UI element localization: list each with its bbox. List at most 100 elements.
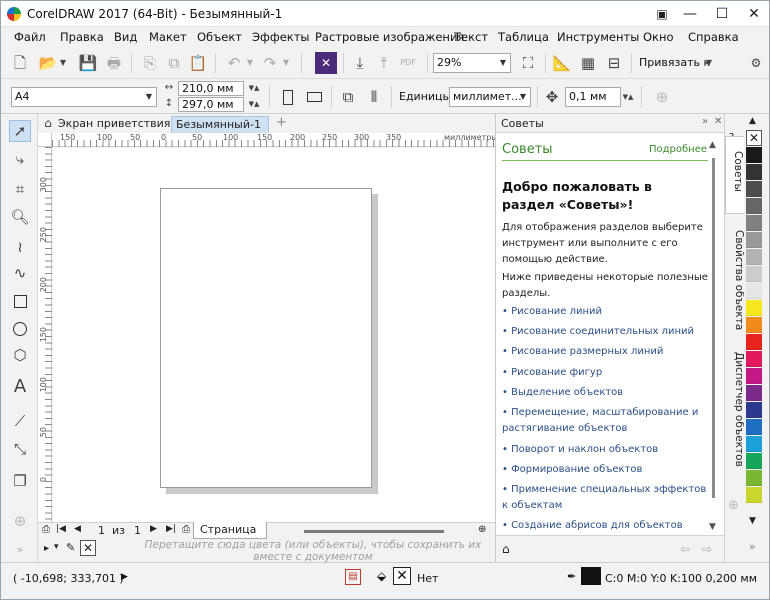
color-proof-icon[interactable]: ▤: [345, 569, 361, 585]
color-swatch[interactable]: [746, 181, 762, 197]
nudge-field[interactable]: 0,1 мм: [565, 87, 621, 107]
current-page-icon[interactable]: ⫴: [363, 86, 385, 108]
minimize-button[interactable]: —: [675, 1, 705, 27]
color-swatch[interactable]: [746, 385, 762, 401]
add-icon[interactable]: ⊕: [651, 86, 673, 108]
options-icon[interactable]: ⚙: [745, 52, 767, 74]
tip-link[interactable]: • Создание абрисов для объектов: [502, 518, 708, 534]
color-swatch[interactable]: [746, 249, 762, 265]
snap-to-label[interactable]: Привязать к: [639, 56, 710, 69]
home-icon[interactable]: ⌂: [502, 542, 510, 556]
copy-icon[interactable]: ⧉: [163, 52, 185, 74]
more-link[interactable]: Подробнее: [649, 144, 707, 155]
menu-effects[interactable]: Эффекты: [252, 30, 310, 44]
color-swatch[interactable]: [746, 198, 762, 214]
palette-scroll-down-icon[interactable]: ▼: [749, 516, 756, 526]
eyedropper-icon[interactable]: ✎: [66, 541, 75, 554]
page-options-icon[interactable]: ⎙: [42, 524, 50, 535]
status-expand-icon[interactable]: ▶: [121, 572, 128, 582]
docker-tab-object-properties[interactable]: Свойства объекта: [725, 216, 745, 336]
docker-scrollbar[interactable]: ▲ ▼: [708, 140, 720, 535]
tip-link[interactable]: • Рисование соединительных линий: [502, 324, 708, 340]
first-page-icon[interactable]: |◀: [56, 524, 66, 534]
menu-window[interactable]: Окно: [643, 30, 674, 44]
menu-file[interactable]: Файл: [14, 30, 46, 44]
no-color-swatch[interactable]: ✕: [746, 130, 762, 146]
color-swatch[interactable]: [746, 300, 762, 316]
open-dropdown-icon[interactable]: ▼: [57, 52, 69, 74]
menu-help[interactable]: Справка: [688, 30, 739, 44]
tip-link[interactable]: • Рисование фигур: [502, 365, 708, 381]
undo-icon[interactable]: ↶: [223, 52, 245, 74]
palette-menu-icon[interactable]: ▸: [44, 543, 49, 554]
open-icon[interactable]: 📂: [37, 52, 59, 74]
next-page-icon[interactable]: ▶: [150, 524, 157, 534]
previous-page-icon[interactable]: ◀: [74, 524, 81, 534]
tab-welcome-screen[interactable]: Экран приветствия: [54, 116, 170, 133]
ellipse-tool-icon[interactable]: [9, 318, 31, 340]
redo-icon[interactable]: ↷: [259, 52, 281, 74]
color-swatch[interactable]: [746, 402, 762, 418]
tip-link[interactable]: • Выделение объектов: [502, 385, 708, 401]
show-grid-icon[interactable]: ▦: [577, 52, 599, 74]
pdf-export-icon[interactable]: PDF: [397, 52, 419, 74]
page-width-field[interactable]: 210,0 мм: [178, 81, 244, 96]
add-docker-icon[interactable]: ⊕: [728, 498, 739, 513]
full-screen-icon[interactable]: ⛶: [517, 52, 539, 74]
docker-expand-icon[interactable]: »: [702, 116, 708, 127]
rectangle-tool-icon[interactable]: [9, 290, 31, 312]
artistic-media-tool-icon[interactable]: ∿: [9, 262, 31, 284]
color-swatch[interactable]: [746, 334, 762, 350]
horizontal-scrollbar[interactable]: [304, 530, 444, 533]
color-swatch[interactable]: [746, 419, 762, 435]
back-arrow-icon[interactable]: ⇦: [680, 542, 690, 556]
color-swatch[interactable]: [746, 436, 762, 452]
show-guidelines-icon[interactable]: ⊟: [603, 52, 625, 74]
height-spinner-icon[interactable]: ▼▲: [245, 97, 263, 111]
undo-dropdown-icon[interactable]: ▼: [245, 52, 255, 74]
portrait-icon[interactable]: [277, 86, 299, 108]
account-icon[interactable]: ▣: [647, 1, 677, 27]
page-tab[interactable]: Страница 1: [193, 522, 267, 551]
zoom-tool-icon[interactable]: 🔍︎: [9, 206, 31, 228]
export-icon[interactable]: ⤒: [373, 52, 395, 74]
docker-scroll-thumb[interactable]: [712, 158, 715, 498]
zoom-level-field[interactable]: 29% ▼: [433, 53, 511, 73]
toolbox-expand-icon[interactable]: »: [9, 538, 31, 560]
ruler-origin[interactable]: [38, 133, 52, 147]
palette-scroll-up-icon[interactable]: ▲: [749, 116, 756, 126]
tab-document[interactable]: Безымянный-1: [171, 116, 269, 133]
search-content-icon[interactable]: ✕: [315, 52, 337, 74]
tip-link[interactable]: • Поворот и наклон объектов: [502, 442, 708, 458]
docker-tab-tips[interactable]: Советы: [725, 136, 745, 214]
polygon-tool-icon[interactable]: ⬡: [9, 344, 31, 366]
tip-link[interactable]: • Рисование линий: [502, 304, 708, 320]
horizontal-ruler[interactable]: 150 100 50 0 50 100 150 200 250 300 350 …: [52, 133, 498, 147]
pick-tool-icon[interactable]: ➚: [9, 120, 31, 142]
add-tab-button[interactable]: +: [272, 116, 287, 133]
menu-table[interactable]: Таблица: [498, 30, 549, 44]
zoom-navigator-icon[interactable]: ⊕: [478, 524, 486, 535]
menu-edit[interactable]: Правка: [60, 30, 104, 44]
snap-dropdown-icon[interactable]: ▼: [703, 52, 715, 74]
paste-icon[interactable]: 📋: [187, 52, 209, 74]
menu-bitmaps[interactable]: Растровые изображения: [315, 30, 464, 44]
color-swatch[interactable]: [746, 215, 762, 231]
palette-expand-icon[interactable]: »: [749, 540, 756, 553]
add-page-icon[interactable]: ⎙: [182, 524, 190, 535]
color-swatch[interactable]: [746, 470, 762, 486]
menu-view[interactable]: Вид: [114, 30, 137, 44]
color-swatch[interactable]: [746, 266, 762, 282]
color-swatch[interactable]: [746, 164, 762, 180]
docker-tab-object-manager[interactable]: Диспетчер объектов: [725, 338, 745, 488]
document-page[interactable]: [160, 188, 372, 488]
forward-arrow-icon[interactable]: ⇨: [702, 542, 712, 556]
redo-dropdown-icon[interactable]: ▼: [281, 52, 291, 74]
color-swatch[interactable]: [746, 147, 762, 163]
color-swatch[interactable]: [746, 317, 762, 333]
color-swatch[interactable]: [746, 283, 762, 299]
all-pages-icon[interactable]: ⧉: [337, 86, 359, 108]
scroll-down-icon[interactable]: ▼: [709, 522, 716, 532]
tip-link[interactable]: • Рисование размерных линий: [502, 344, 708, 360]
print-icon[interactable]: 🖶: [103, 52, 125, 74]
